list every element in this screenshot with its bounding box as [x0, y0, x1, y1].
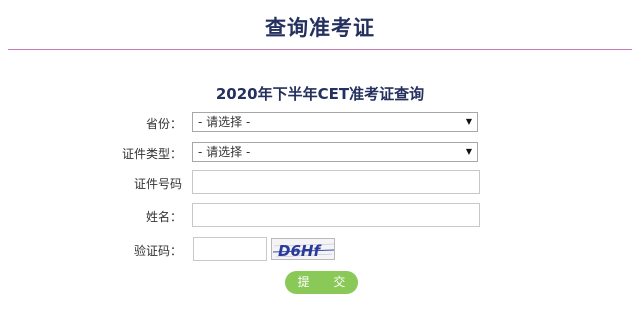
name-input[interactable] [192, 203, 480, 227]
form-heading: 2020年下半年CET准考证查询 [215, 85, 425, 103]
name-label: 姓名： [145, 210, 182, 224]
id-type-label: 证件类型： [121, 147, 182, 161]
title-divider [8, 49, 632, 50]
id-type-select[interactable]: - 请选择 - ▼ [192, 142, 478, 162]
captcha-input[interactable] [193, 237, 267, 261]
captcha-label: 验证码： [133, 244, 182, 258]
captcha-text: D6Hf [278, 242, 322, 260]
province-selected-value: - 请选择 - [198, 115, 251, 129]
province-select[interactable]: - 请选择 - ▼ [192, 112, 478, 132]
dropdown-arrow-icon: ▼ [465, 117, 472, 126]
dropdown-arrow-icon: ▼ [465, 147, 472, 156]
id-number-input[interactable] [192, 170, 480, 194]
captcha-image[interactable]: D6Hf [271, 238, 335, 260]
page: 查询准考证 2020年下半年CET准考证查询 省份： - 请选择 - ▼ 证件类… [0, 0, 640, 314]
id-type-selected-value: - 请选择 - [198, 145, 251, 159]
province-label: 省份： [145, 117, 182, 131]
submit-button[interactable]: 提 交 [285, 271, 358, 294]
page-title: 查询准考证 [265, 16, 375, 40]
captcha-graphic: D6Hf [272, 239, 334, 260]
id-number-label: 证件号码 [133, 177, 182, 191]
